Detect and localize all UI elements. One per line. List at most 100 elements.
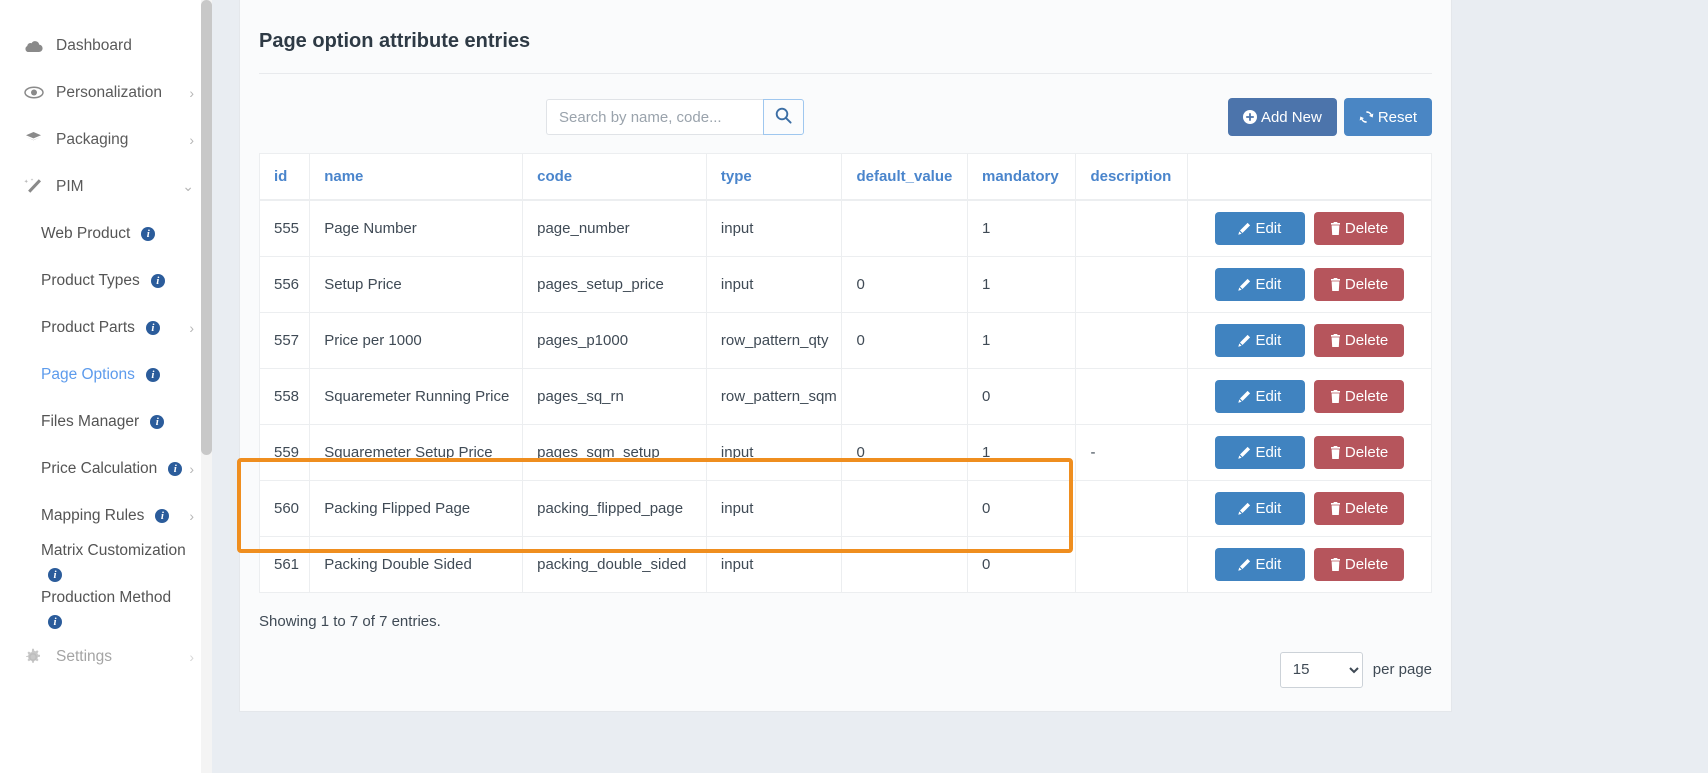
sidebar-item-packaging[interactable]: Packaging ›: [0, 116, 212, 163]
edit-button[interactable]: Edit: [1214, 323, 1305, 357]
chevron-right-icon: ›: [189, 460, 194, 477]
delete-button[interactable]: Delete: [1314, 435, 1405, 469]
column-header-default-value[interactable]: default_value: [841, 153, 968, 201]
delete-button[interactable]: Delete: [1314, 491, 1405, 525]
toolbar-actions: Add New Reset: [1227, 98, 1432, 136]
pencil-icon: [1238, 390, 1251, 403]
cell-actions: Edit Delete: [1186, 535, 1433, 593]
sidebar-item-personalization[interactable]: Personalization ›: [0, 69, 212, 116]
sidebar-item-pim[interactable]: PIM ⌄: [0, 163, 212, 210]
delete-label: Delete: [1344, 219, 1389, 237]
table-head: id name code type default_value mandator…: [258, 153, 1433, 201]
column-header-name[interactable]: name: [309, 153, 524, 201]
cell-name: Price per 1000: [309, 311, 524, 369]
edit-button[interactable]: Edit: [1214, 267, 1305, 301]
sidebar-item-settings[interactable]: Settings ›: [0, 633, 212, 680]
per-page-select[interactable]: 15 25 50 100: [1279, 651, 1363, 688]
search-button[interactable]: [763, 99, 804, 135]
sidebar-item-production-method[interactable]: Production Method i: [0, 586, 212, 633]
sidebar-item-label: Personalization: [56, 83, 162, 101]
pencil-icon: [1238, 502, 1251, 515]
column-header-code[interactable]: code: [522, 153, 707, 201]
cell-type: row_pattern_qty: [705, 311, 843, 369]
delete-label: Delete: [1344, 555, 1389, 573]
column-header-type[interactable]: type: [705, 153, 843, 201]
sidebar-item-web-product[interactable]: Web Product i: [0, 210, 212, 257]
cell-description: -: [1075, 423, 1188, 481]
trash-icon: [1330, 445, 1341, 459]
column-header-description[interactable]: description: [1075, 153, 1188, 201]
delete-button[interactable]: Delete: [1314, 379, 1405, 413]
sidebar-item-label: Price Calculation: [41, 459, 158, 477]
cell-default-value: [841, 199, 968, 257]
table-row: 555 Page Number page_number input 1 Edit…: [258, 199, 1433, 257]
sidebar-item-product-types[interactable]: Product Types i: [0, 257, 212, 304]
edit-button[interactable]: Edit: [1214, 211, 1305, 245]
pencil-icon: [1238, 334, 1251, 347]
cell-code: packing_flipped_page: [522, 479, 707, 537]
edit-button[interactable]: Edit: [1214, 435, 1305, 469]
cell-description: [1075, 367, 1188, 425]
edit-label: Edit: [1255, 555, 1282, 573]
sidebar-item-label: Mapping Rules: [41, 506, 145, 524]
gear-icon: [24, 648, 47, 666]
cell-default-value: [841, 367, 968, 425]
edit-button[interactable]: Edit: [1214, 547, 1305, 581]
cell-description: [1075, 311, 1188, 369]
refresh-icon: [1359, 110, 1374, 124]
sidebar-item-matrix-customization[interactable]: Matrix Customization i: [0, 539, 212, 586]
sidebar-item-label: Product Types: [41, 271, 140, 289]
cell-name: Squaremeter Running Price: [309, 367, 524, 425]
delete-label: Delete: [1344, 387, 1389, 405]
chevron-down-icon: ⌄: [182, 178, 194, 194]
column-header-mandatory[interactable]: mandatory: [966, 153, 1077, 201]
cell-type: input: [705, 479, 843, 537]
edit-button[interactable]: Edit: [1214, 491, 1305, 525]
pencil-icon: [1238, 222, 1251, 235]
table-body: 555 Page Number page_number input 1 Edit…: [258, 199, 1433, 593]
cell-name: Page Number: [309, 199, 524, 257]
table-toolbar: Add New Reset: [240, 74, 1451, 153]
cell-name: Packing Double Sided: [309, 535, 524, 593]
column-header-id[interactable]: id: [258, 153, 311, 201]
sidebar-item-files-manager[interactable]: Files Manager i: [0, 398, 212, 445]
chevron-right-icon: ›: [189, 507, 194, 524]
sidebar-item-label: Dashboard: [56, 36, 132, 54]
cell-type: input: [705, 535, 843, 593]
sidebar-item-label: Web Product: [41, 224, 131, 242]
info-icon: i: [48, 614, 62, 629]
delete-button[interactable]: Delete: [1314, 547, 1405, 581]
cell-id: 561: [258, 535, 311, 593]
reset-button[interactable]: Reset: [1343, 98, 1432, 136]
main-content: Page option attribute entries Search by …: [212, 0, 1708, 773]
edit-label: Edit: [1255, 443, 1282, 461]
sidebar-item-mapping-rules[interactable]: Mapping Rules i ›: [0, 492, 212, 539]
delete-label: Delete: [1344, 275, 1389, 293]
sidebar-item-dashboard[interactable]: Dashboard: [0, 22, 212, 69]
pencil-icon: [1238, 278, 1251, 291]
sidebar-item-price-calculation[interactable]: Price Calculation i ›: [0, 445, 212, 492]
delete-button[interactable]: Delete: [1314, 323, 1405, 357]
sidebar-item-product-parts[interactable]: Product Parts i ›: [0, 304, 212, 351]
app-root: Dashboard Personalization › Packaging › …: [0, 0, 1708, 773]
sidebar-scrollbar-thumb[interactable]: [201, 0, 212, 455]
sidebar-item-label: Files Manager: [41, 412, 140, 430]
cell-code: pages_sq_rn: [522, 367, 707, 425]
cell-actions: Edit Delete: [1186, 199, 1433, 257]
cell-mandatory: 1: [966, 423, 1077, 481]
delete-button[interactable]: Delete: [1314, 267, 1405, 301]
search-input[interactable]: [546, 99, 763, 135]
edit-label: Edit: [1255, 499, 1282, 517]
edit-button[interactable]: Edit: [1214, 379, 1305, 413]
delete-label: Delete: [1344, 499, 1389, 517]
add-new-button[interactable]: Add New: [1227, 98, 1337, 136]
sidebar-item-label: Production Method: [41, 589, 172, 607]
sidebar-item-page-options[interactable]: Page Options i: [0, 351, 212, 398]
sidebar-scrollbar-track[interactable]: [201, 0, 212, 773]
add-new-label: Add New: [1260, 108, 1322, 126]
delete-label: Delete: [1344, 443, 1389, 461]
trash-icon: [1330, 333, 1341, 347]
sidebar-item-label: Product Parts: [41, 318, 135, 336]
delete-button[interactable]: Delete: [1314, 211, 1405, 245]
per-page-label: per page: [1372, 661, 1432, 678]
